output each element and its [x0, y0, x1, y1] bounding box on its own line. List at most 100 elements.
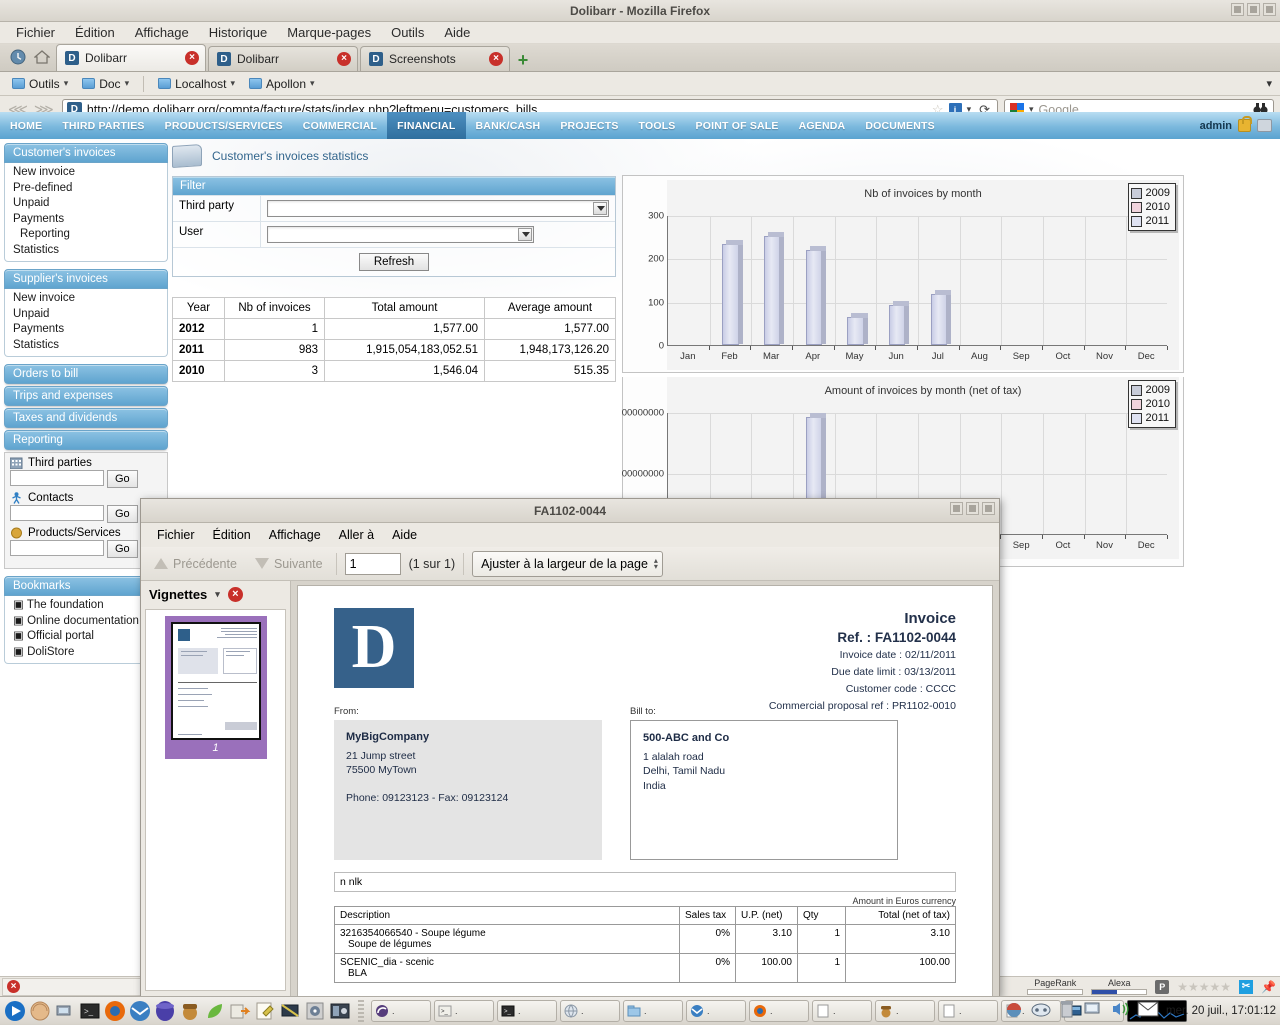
window-button-terminal-1[interactable]: >_ .	[434, 1000, 494, 1022]
window-button-acorn[interactable]: .	[875, 1000, 935, 1022]
update-manager-icon[interactable]	[1004, 999, 1024, 1022]
search-third-parties-input[interactable]	[10, 470, 104, 486]
pushpin-icon[interactable]: 📌	[1261, 980, 1276, 994]
volume-icon[interactable]	[1110, 1000, 1130, 1021]
zoom-select[interactable]: Ajuster à la largeur de la page ▴▾	[472, 551, 663, 577]
pdf-menu-aller-a[interactable]: Aller à	[333, 526, 380, 544]
sidebar-item-supplier-payments[interactable]: Payments	[5, 322, 167, 338]
new-tab-button[interactable]: +	[512, 49, 534, 71]
topmenu-point-of-sale[interactable]: POINT OF SALE	[686, 112, 789, 139]
disc-icon[interactable]	[304, 1000, 326, 1022]
table-row[interactable]: 2011 983 1,915,054,183,052.51 1,948,173,…	[173, 340, 616, 361]
sidebar-item-unpaid[interactable]: Unpaid	[5, 196, 167, 212]
refresh-button[interactable]: Refresh	[359, 253, 429, 271]
sidebar-item-pre-defined[interactable]: Pre-defined	[5, 181, 167, 197]
leaf-icon[interactable]	[204, 1000, 226, 1022]
window-button-eclipse[interactable]: .	[371, 1000, 431, 1022]
firefox-icon[interactable]	[104, 1000, 126, 1022]
topmenu-tools[interactable]: TOOLS	[629, 112, 686, 139]
bookmark-apollon[interactable]: Apollon ▾	[243, 75, 321, 93]
browser-tab-3[interactable]: D Screenshots ×	[360, 46, 510, 71]
sidebar-item-trips-and-expenses[interactable]: Trips and expenses	[4, 386, 168, 406]
tab-strip[interactable]: D Dolibarr × D Dolibarr × D Screenshots …	[0, 44, 1280, 72]
maximize-button[interactable]	[1247, 3, 1260, 16]
alexa-widget[interactable]: Alexa	[1091, 978, 1147, 995]
media-center-icon[interactable]	[329, 1000, 351, 1022]
topmenu-products-services[interactable]: PRODUCTS/SERVICES	[155, 112, 293, 139]
terminal-icon[interactable]: >_	[79, 1000, 101, 1022]
tab-close-icon[interactable]: ×	[489, 52, 503, 66]
tab-close-icon[interactable]: ×	[185, 51, 199, 65]
bookmark-outils[interactable]: Outils ▾	[6, 75, 74, 93]
seo-toolbar-icon[interactable]: ✂	[1239, 980, 1253, 994]
menu-fichier[interactable]: Fichier	[8, 23, 63, 42]
sidebar-item-reporting-block[interactable]: Reporting	[4, 430, 168, 450]
pdf-menu-aide[interactable]: Aide	[386, 526, 423, 544]
controller-icon[interactable]	[1031, 999, 1051, 1022]
topmenu-commercial[interactable]: COMMERCIAL	[293, 112, 387, 139]
pdf-maximize-button[interactable]	[966, 502, 979, 515]
sidebar-item-orders-to-bill[interactable]: Orders to bill	[4, 364, 168, 384]
pagerank-widget[interactable]: PageRank	[1027, 978, 1083, 995]
taskbar-drag-handle[interactable]	[358, 1000, 364, 1022]
topmenu-projects[interactable]: PROJECTS	[550, 112, 628, 139]
taskbar-clock[interactable]: mer. 20 juil., 17:01:12	[1166, 1005, 1276, 1017]
pdf-sidebar-close-icon[interactable]: ×	[228, 587, 243, 602]
next-page-button[interactable]: Suivante	[250, 554, 328, 574]
user-area[interactable]: admin	[1200, 112, 1280, 139]
trash-icon[interactable]	[1058, 999, 1076, 1022]
window-button-files[interactable]: .	[623, 1000, 683, 1022]
search-contacts-input[interactable]	[10, 505, 104, 521]
search-products-go-button[interactable]: Go	[107, 540, 138, 558]
window-button-firefox[interactable]: .	[749, 1000, 809, 1022]
pdf-thumbnail-pane[interactable]: 1	[145, 609, 286, 991]
menu-affichage[interactable]: Affichage	[127, 23, 197, 42]
close-button[interactable]	[1263, 3, 1276, 16]
file-transfer-icon[interactable]	[229, 1000, 251, 1022]
window-button-thunderbird[interactable]: .	[686, 1000, 746, 1022]
browser-tab-1[interactable]: D Dolibarr ×	[56, 44, 206, 71]
user-select[interactable]	[267, 226, 534, 243]
sidebar-item-statistics[interactable]: Statistics	[5, 243, 167, 259]
sidebar-item-supplier-new-invoice[interactable]: New invoice	[5, 291, 167, 307]
pdf-menu-edition[interactable]: Édition	[207, 526, 257, 544]
table-row[interactable]: 2012 1 1,577.00 1,577.00	[173, 319, 616, 340]
bookmarks-overflow-chevron-down-icon[interactable]: ▾	[1266, 77, 1272, 90]
search-third-parties-go-button[interactable]: Go	[107, 470, 138, 488]
bookmark-localhost[interactable]: Localhost ▾	[152, 75, 241, 93]
pagerank-badge-icon[interactable]: P	[1155, 980, 1169, 994]
chevron-down-icon[interactable]: ▾	[215, 589, 220, 600]
menu-outils[interactable]: Outils	[383, 23, 432, 42]
tab-close-icon[interactable]: ×	[337, 52, 351, 66]
network-monitor-icon[interactable]	[1083, 1000, 1103, 1021]
pdf-menu-fichier[interactable]: Fichier	[151, 526, 201, 544]
topmenu-financial[interactable]: FINANCIAL	[387, 112, 465, 139]
topmenu-agenda[interactable]: AGENDA	[789, 112, 856, 139]
mail-icon[interactable]	[1137, 1001, 1159, 1020]
browser-tab-2[interactable]: D Dolibarr ×	[208, 46, 358, 71]
acorn-icon[interactable]	[179, 1000, 201, 1022]
pdf-minimize-button[interactable]	[950, 502, 963, 515]
thunderbird-icon[interactable]	[129, 1000, 151, 1022]
topmenu-bank-cash[interactable]: BANK/CASH	[466, 112, 551, 139]
sidebar-item-taxes-and-dividends[interactable]: Taxes and dividends	[4, 408, 168, 428]
window-button-network[interactable]: .	[560, 1000, 620, 1022]
sidebar-item-payments[interactable]: Payments	[5, 212, 167, 228]
topmenu-home[interactable]: HOME	[0, 112, 52, 139]
sidebar-item-reporting[interactable]: Reporting	[5, 227, 167, 243]
text-editor-icon[interactable]	[254, 1000, 276, 1022]
menu-aide[interactable]: Aide	[436, 23, 478, 42]
topmenu-documents[interactable]: DOCUMENTS	[855, 112, 944, 139]
home-icon[interactable]	[34, 49, 50, 65]
pdf-menu-affichage[interactable]: Affichage	[263, 526, 327, 544]
menu-edition[interactable]: Édition	[67, 23, 123, 42]
window-button-doc-2[interactable]: .	[938, 1000, 998, 1022]
search-contacts-go-button[interactable]: Go	[107, 505, 138, 523]
page-number-input[interactable]: 1	[345, 553, 401, 575]
database-icon[interactable]	[154, 1000, 176, 1022]
pdf-window-controls[interactable]	[950, 502, 995, 515]
window-button-terminal-2[interactable]: >_ .	[497, 1000, 557, 1022]
display-settings-icon[interactable]	[279, 1000, 301, 1022]
pdf-thumbnail-1[interactable]: 1	[165, 616, 267, 759]
minimize-button[interactable]	[1231, 3, 1244, 16]
